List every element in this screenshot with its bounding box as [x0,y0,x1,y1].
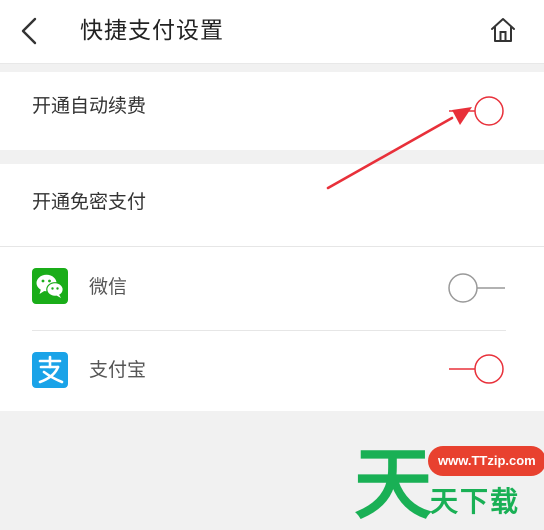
watermark-logo: 天 www.TTzip.com 天下载 [354,440,544,530]
watermark-text: 天下载 [430,485,521,518]
watermark-url: www.TTzip.com [428,446,544,476]
watermark-big-char: 天 [354,440,433,530]
